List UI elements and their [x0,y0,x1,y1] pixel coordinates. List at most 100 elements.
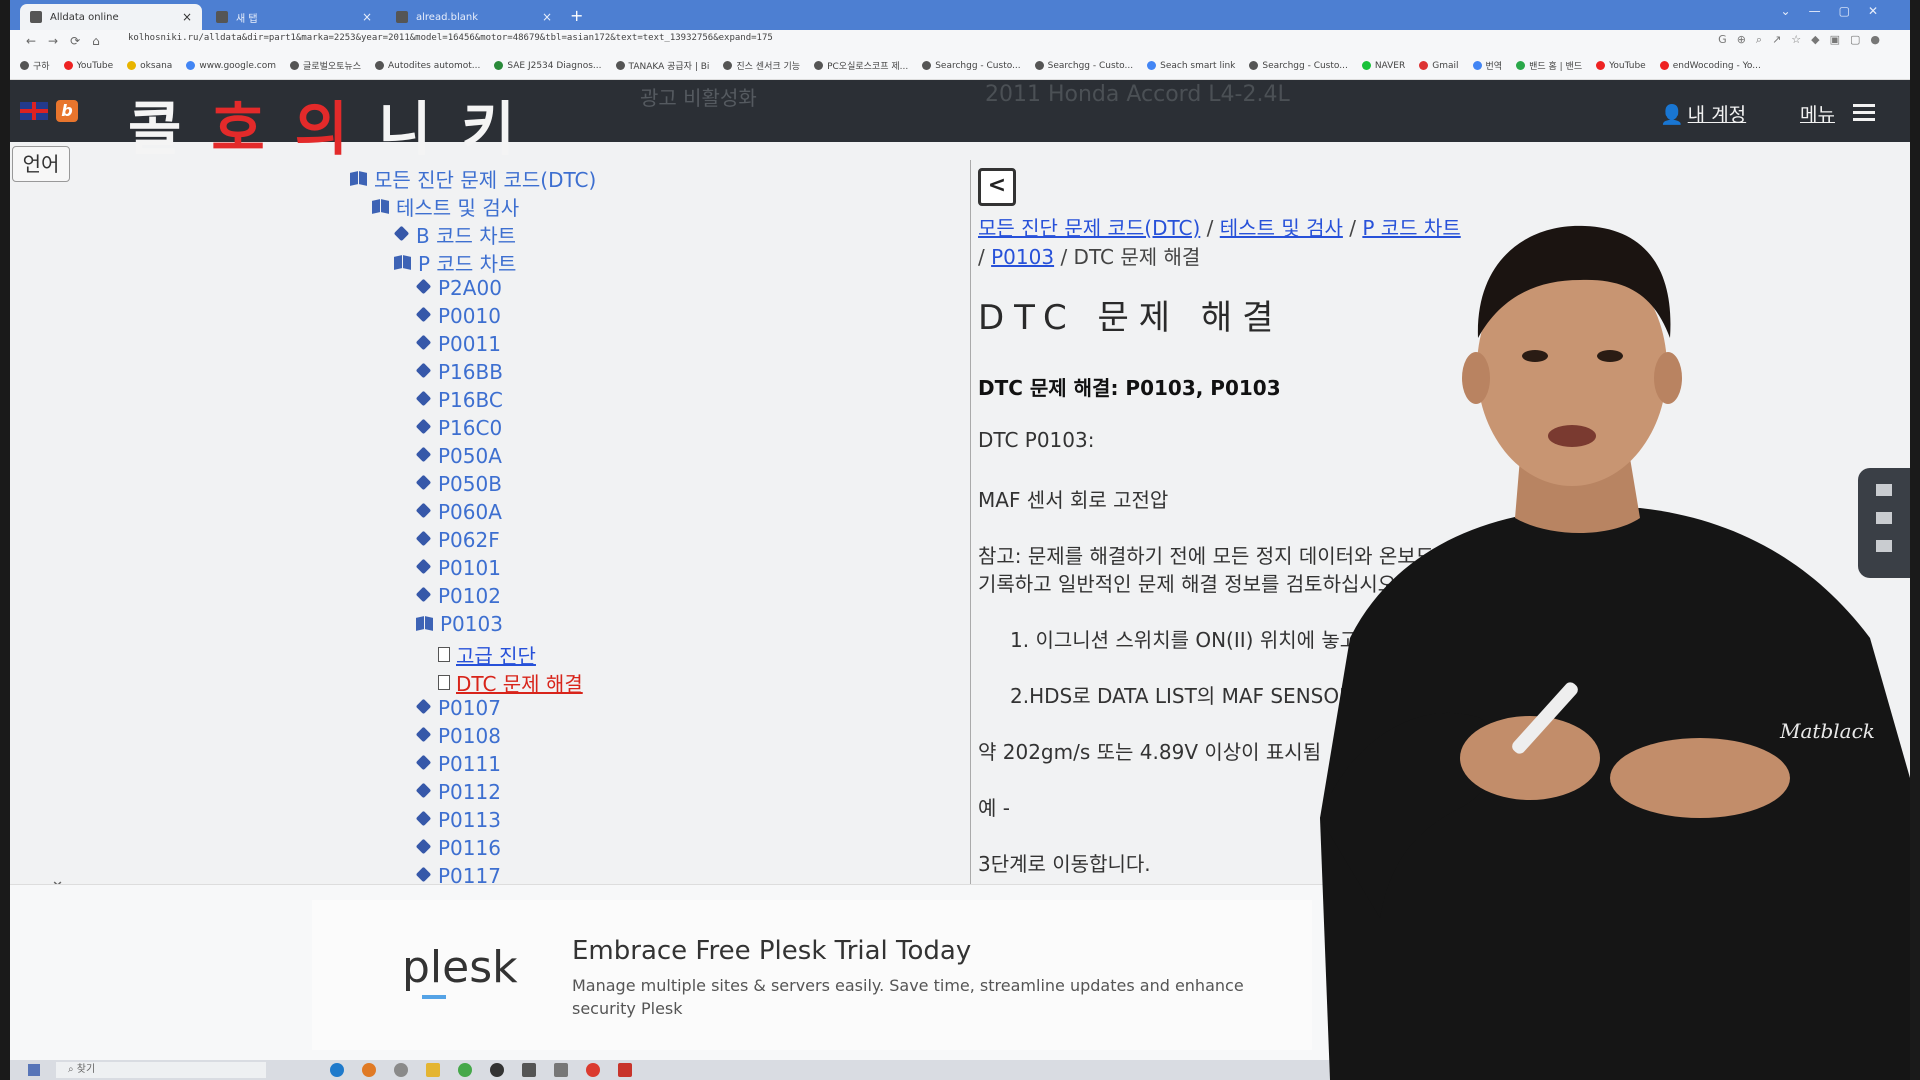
bookmark-label: oksana [140,60,173,71]
hamburger-icon[interactable] [1853,104,1875,121]
my-account-link[interactable]: 👤 내 계정 [1660,100,1746,127]
browser-tab-new[interactable]: 새 탭 × [206,4,382,30]
open-book-icon [394,256,412,270]
tree-node-p-chart[interactable]: P 코드 차트 [394,248,516,277]
windows-start-icon[interactable] [28,1064,40,1076]
uk-flag-icon[interactable] [20,102,48,120]
plesk-logo[interactable]: plesk [402,942,518,993]
bookmark[interactable]: endWocoding - Yo... [1659,60,1761,71]
tree-node-code[interactable]: P050B [416,472,502,496]
tree-label: P050A [438,444,502,468]
breadcrumb-link[interactable]: 모든 진단 문제 코드(DTC) [978,216,1200,240]
tree-node-root[interactable]: 모든 진단 문제 코드(DTC) [350,164,596,193]
bookmark-label: 글로벌오토뉴스 [303,62,361,72]
tree-link-dtc-troubleshooting[interactable]: DTC 문제 해결 [438,668,583,697]
youtube-icon [1596,61,1606,70]
tree-label: P16BC [438,388,503,412]
tree-node-code[interactable]: P0010 [416,304,501,328]
closed-book-icon [416,560,432,576]
app-icon[interactable] [490,1063,504,1077]
close-icon[interactable]: × [362,10,372,24]
browser-tab-blank[interactable]: alread.blank × [386,4,562,30]
bookmark[interactable]: YouTube [1596,61,1646,71]
bookmark[interactable]: PC오실로스코프 제... [814,59,908,72]
bookmark-label: endWocoding - Yo... [1672,60,1761,71]
tree-link-advanced-diagnosis[interactable]: 고급 진단 [438,640,536,669]
bookmark-label: 진스 센서크 기능 [736,62,801,72]
closed-book-icon [416,532,432,548]
bookmark[interactable]: 밴드 홈 | 밴드 [1516,59,1582,72]
app-icon[interactable] [458,1063,472,1077]
tree-node-code[interactable]: P0108 [416,724,501,748]
bookmark[interactable]: Searchgg - Custo... [1034,61,1133,71]
bookmark[interactable]: 진스 센서크 기능 [723,59,800,72]
tree-node-code[interactable]: P0111 [416,752,501,776]
breadcrumb-link[interactable]: P0103 [991,245,1054,269]
app-icon[interactable] [522,1063,536,1077]
tree-node-code[interactable]: P0107 [416,696,501,720]
content-text: DTC P0103: [978,428,1095,452]
new-tab-button[interactable]: + [570,6,583,25]
ad-title[interactable]: Embrace Free Plesk Trial Today [572,936,971,966]
bookmark[interactable]: SAE J2534 Diagnos... [494,61,602,71]
tree-node-code[interactable]: P0113 [416,808,501,832]
url-field[interactable]: kolhosniki.ru/alldata&dir=part1&marka=22… [128,33,773,43]
bookmark[interactable]: www.google.com [186,61,276,71]
dtc-tree: 모든 진단 문제 코드(DTC) 테스트 및 검사 B 코드 차트 P 코드 차… [10,142,970,888]
bookmark[interactable]: Gmail [1419,61,1459,71]
bookmark[interactable]: 구하 [20,59,50,72]
close-icon[interactable]: × [182,10,192,24]
bookmark[interactable]: oksana [127,61,172,71]
tree-node-code[interactable]: P0101 [416,556,501,580]
tree-label: P0107 [438,696,501,720]
tree-node-b-chart[interactable]: B 코드 차트 [394,220,516,249]
tree-label: P0011 [438,332,501,356]
bookmark[interactable]: NAVER [1361,61,1405,71]
tree-node-code[interactable]: P0102 [416,584,501,608]
browser-tab-alldata[interactable]: Alldata online × [20,4,202,30]
app-icon[interactable] [362,1063,376,1077]
tree-node-code[interactable]: P0116 [416,836,501,860]
bookmark[interactable]: YouTube [63,61,113,71]
nav-buttons[interactable]: ←→⟳⌂ [26,34,112,48]
toolbar-icons[interactable]: G⊕⌕↗☆◆▣▢● [1718,33,1890,47]
window-controls[interactable]: ⌄—▢✕ [1781,4,1896,18]
app-icon[interactable] [554,1063,568,1077]
tree-node-tests[interactable]: 테스트 및 검사 [372,192,519,221]
bookmark[interactable]: Autodites automot... [374,60,481,71]
app-icon[interactable] [618,1063,632,1077]
tree-node-code[interactable]: P062F [416,528,500,552]
tab-label: Alldata online [50,11,119,23]
folder-icon[interactable] [426,1063,440,1077]
blog-icon[interactable]: b [56,100,78,122]
collapse-panel-button[interactable]: < [978,168,1016,206]
taskbar-search[interactable]: ⌕ 찾기 [56,1062,266,1078]
tree-label: 고급 진단 [456,644,536,668]
tree-node-code[interactable]: P0112 [416,780,501,804]
tree-node-code[interactable]: P060A [416,500,502,524]
tree-node-code[interactable]: P16C0 [416,416,502,440]
menu-link[interactable]: 메뉴 [1800,100,1835,127]
tree-label: P0116 [438,836,501,860]
bookmark-label: Autodites automot... [387,60,481,71]
chrome-icon[interactable] [586,1063,600,1077]
tree-node-p0103[interactable]: P0103 [416,612,503,636]
bookmark[interactable]: 글로벌오토뉴스 [290,59,361,72]
tree-node-code[interactable]: P2A00 [416,276,502,300]
app-icon[interactable] [394,1063,408,1077]
bookmark[interactable]: 번역 [1472,59,1502,72]
tree-node-code[interactable]: P050A [416,444,502,468]
open-book-icon [416,617,434,631]
bookmark[interactable]: TANAKA 공급자 | Bi [615,59,709,72]
bookmark[interactable]: Searchgg - Custo... [922,61,1021,71]
panel-divider[interactable] [970,160,971,884]
tree-node-code[interactable]: P0011 [416,332,501,356]
close-icon[interactable]: × [542,10,552,24]
naver-icon [1361,61,1371,70]
tree-node-code[interactable]: P16BB [416,360,503,384]
bookmark[interactable]: Searchgg - Custo... [1249,61,1348,71]
closed-book-icon [416,588,432,604]
bookmark[interactable]: Seach smart link [1147,61,1235,71]
edge-icon[interactable] [330,1063,344,1077]
tree-node-code[interactable]: P16BC [416,388,503,412]
